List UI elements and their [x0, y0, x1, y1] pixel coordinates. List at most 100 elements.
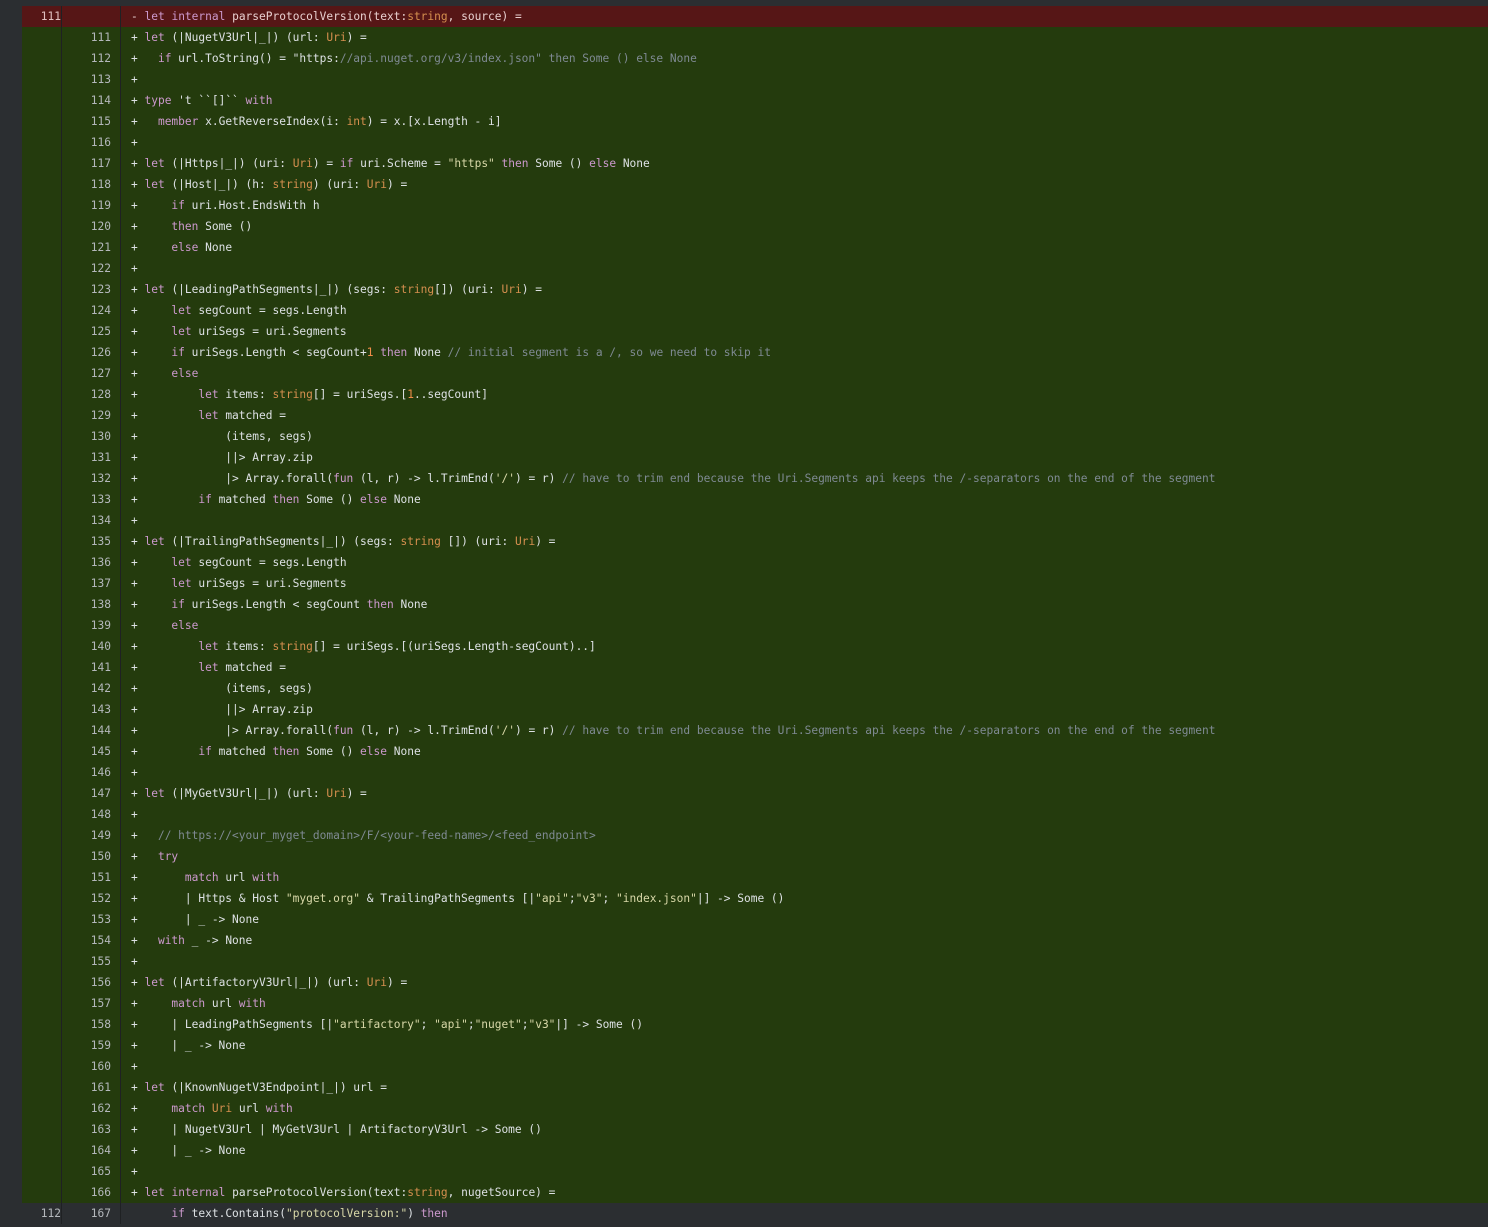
old-line-number[interactable] — [22, 762, 62, 783]
added-line[interactable]: 163 + | NugetV3Url | MyGetV3Url | Artifac… — [22, 1119, 1488, 1140]
new-line-number[interactable]: 135 — [71, 531, 111, 552]
new-line-number[interactable]: 119 — [71, 195, 111, 216]
new-line-number[interactable]: 160 — [71, 1056, 111, 1077]
added-line[interactable]: 166 + let internal parseProtocolVersion(t… — [22, 1182, 1488, 1203]
new-line-number[interactable]: 136 — [71, 552, 111, 573]
new-line-number[interactable]: 140 — [71, 636, 111, 657]
old-line-number[interactable] — [22, 426, 62, 447]
old-line-number[interactable] — [22, 951, 62, 972]
new-line-number[interactable]: 120 — [71, 216, 111, 237]
added-line[interactable]: 125 + let uriSegs = uri.Segments — [22, 321, 1488, 342]
new-line-number[interactable]: 113 — [71, 69, 111, 90]
old-line-number[interactable] — [22, 636, 62, 657]
added-line[interactable]: 133 + if matched then Some () else None — [22, 489, 1488, 510]
new-line-number[interactable]: 138 — [71, 594, 111, 615]
added-line[interactable]: 164 + | _ -> None — [22, 1140, 1488, 1161]
new-line-number[interactable]: 150 — [71, 846, 111, 867]
old-line-number[interactable] — [22, 48, 62, 69]
new-line-number[interactable]: 145 — [71, 741, 111, 762]
added-line[interactable]: 135 + let (|TrailingPathSegments|_|) (seg… — [22, 531, 1488, 552]
new-line-number[interactable]: 115 — [71, 111, 111, 132]
new-line-number[interactable]: 142 — [71, 678, 111, 699]
added-line[interactable]: 130 + (items, segs) — [22, 426, 1488, 447]
new-line-number[interactable]: 156 — [71, 972, 111, 993]
added-line[interactable]: 139 + else — [22, 615, 1488, 636]
old-line-number[interactable] — [22, 867, 62, 888]
added-line[interactable]: 120 + then Some () — [22, 216, 1488, 237]
new-line-number[interactable]: 159 — [71, 1035, 111, 1056]
new-line-number[interactable]: 112 — [71, 48, 111, 69]
old-line-number[interactable] — [22, 216, 62, 237]
old-line-number[interactable] — [22, 132, 62, 153]
new-line-number[interactable]: 121 — [71, 237, 111, 258]
added-line[interactable]: 117 + let (|Https|_|) (uri: Uri) = if uri… — [22, 153, 1488, 174]
old-line-number[interactable] — [22, 384, 62, 405]
old-line-number[interactable] — [22, 1056, 62, 1077]
added-line[interactable]: 155 + — [22, 951, 1488, 972]
old-line-number[interactable] — [22, 741, 62, 762]
old-line-number[interactable]: 112 — [22, 1203, 62, 1224]
added-line[interactable]: 132 + |> Array.forall(fun (l, r) -> l.Tri… — [22, 468, 1488, 489]
old-line-number[interactable]: 111 — [22, 6, 62, 27]
added-line[interactable]: 138 + if uriSegs.Length < segCount then N… — [22, 594, 1488, 615]
old-line-number[interactable] — [22, 1140, 62, 1161]
added-line[interactable]: 137 + let uriSegs = uri.Segments — [22, 573, 1488, 594]
old-line-number[interactable] — [22, 111, 62, 132]
old-line-number[interactable] — [22, 1161, 62, 1182]
old-line-number[interactable] — [22, 888, 62, 909]
new-line-number[interactable]: 155 — [71, 951, 111, 972]
new-line-number[interactable]: 116 — [71, 132, 111, 153]
old-line-number[interactable] — [22, 552, 62, 573]
new-line-number[interactable]: 146 — [71, 762, 111, 783]
added-line[interactable]: 119 + if uri.Host.EndsWith h — [22, 195, 1488, 216]
added-line[interactable]: 113 + — [22, 69, 1488, 90]
new-line-number[interactable]: 148 — [71, 804, 111, 825]
added-line[interactable]: 136 + let segCount = segs.Length — [22, 552, 1488, 573]
added-line[interactable]: 131 + ||> Array.zip — [22, 447, 1488, 468]
new-line-number[interactable]: 151 — [71, 867, 111, 888]
new-line-number[interactable]: 124 — [71, 300, 111, 321]
added-line[interactable]: 153 + | _ -> None — [22, 909, 1488, 930]
new-line-number[interactable]: 167 — [71, 1203, 111, 1224]
added-line[interactable]: 127 + else — [22, 363, 1488, 384]
old-line-number[interactable] — [22, 258, 62, 279]
new-line-number[interactable]: 132 — [71, 468, 111, 489]
new-line-number[interactable]: 125 — [71, 321, 111, 342]
added-line[interactable]: 151 + match url with — [22, 867, 1488, 888]
old-line-number[interactable] — [22, 1119, 62, 1140]
added-line[interactable]: 152 + | Https & Host "myget.org" & Traili… — [22, 888, 1488, 909]
added-line[interactable]: 118 + let (|Host|_|) (h: string) (uri: Ur… — [22, 174, 1488, 195]
old-line-number[interactable] — [22, 342, 62, 363]
new-line-number[interactable]: 164 — [71, 1140, 111, 1161]
added-line[interactable]: 156 + let (|ArtifactoryV3Url|_|) (url: Ur… — [22, 972, 1488, 993]
old-line-number[interactable] — [22, 993, 62, 1014]
added-line[interactable]: 116 + — [22, 132, 1488, 153]
added-line[interactable]: 162 + match Uri url with — [22, 1098, 1488, 1119]
added-line[interactable]: 141 + let matched = — [22, 657, 1488, 678]
old-line-number[interactable] — [22, 804, 62, 825]
old-line-number[interactable] — [22, 27, 62, 48]
new-line-number[interactable]: 166 — [71, 1182, 111, 1203]
added-line[interactable]: 112 + if url.ToString() = "https://api.nu… — [22, 48, 1488, 69]
added-line[interactable]: 158 + | LeadingPathSegments [|"artifactor… — [22, 1014, 1488, 1035]
new-line-number[interactable]: 129 — [71, 405, 111, 426]
new-line-number[interactable]: 163 — [71, 1119, 111, 1140]
new-line-number[interactable]: 122 — [71, 258, 111, 279]
new-line-number[interactable] — [71, 6, 111, 27]
added-line[interactable]: 122 + — [22, 258, 1488, 279]
old-line-number[interactable] — [22, 825, 62, 846]
old-line-number[interactable] — [22, 510, 62, 531]
new-line-number[interactable]: 161 — [71, 1077, 111, 1098]
new-line-number[interactable]: 152 — [71, 888, 111, 909]
new-line-number[interactable]: 143 — [71, 699, 111, 720]
new-line-number[interactable]: 147 — [71, 783, 111, 804]
old-line-number[interactable] — [22, 279, 62, 300]
new-line-number[interactable]: 126 — [71, 342, 111, 363]
added-line[interactable]: 157 + match url with — [22, 993, 1488, 1014]
context-line[interactable]: 112 167 if text.Contains("protocolVersion… — [22, 1203, 1488, 1224]
new-line-number[interactable]: 162 — [71, 1098, 111, 1119]
old-line-number[interactable] — [22, 153, 62, 174]
old-line-number[interactable] — [22, 1035, 62, 1056]
added-line[interactable]: 129 + let matched = — [22, 405, 1488, 426]
new-line-number[interactable]: 123 — [71, 279, 111, 300]
